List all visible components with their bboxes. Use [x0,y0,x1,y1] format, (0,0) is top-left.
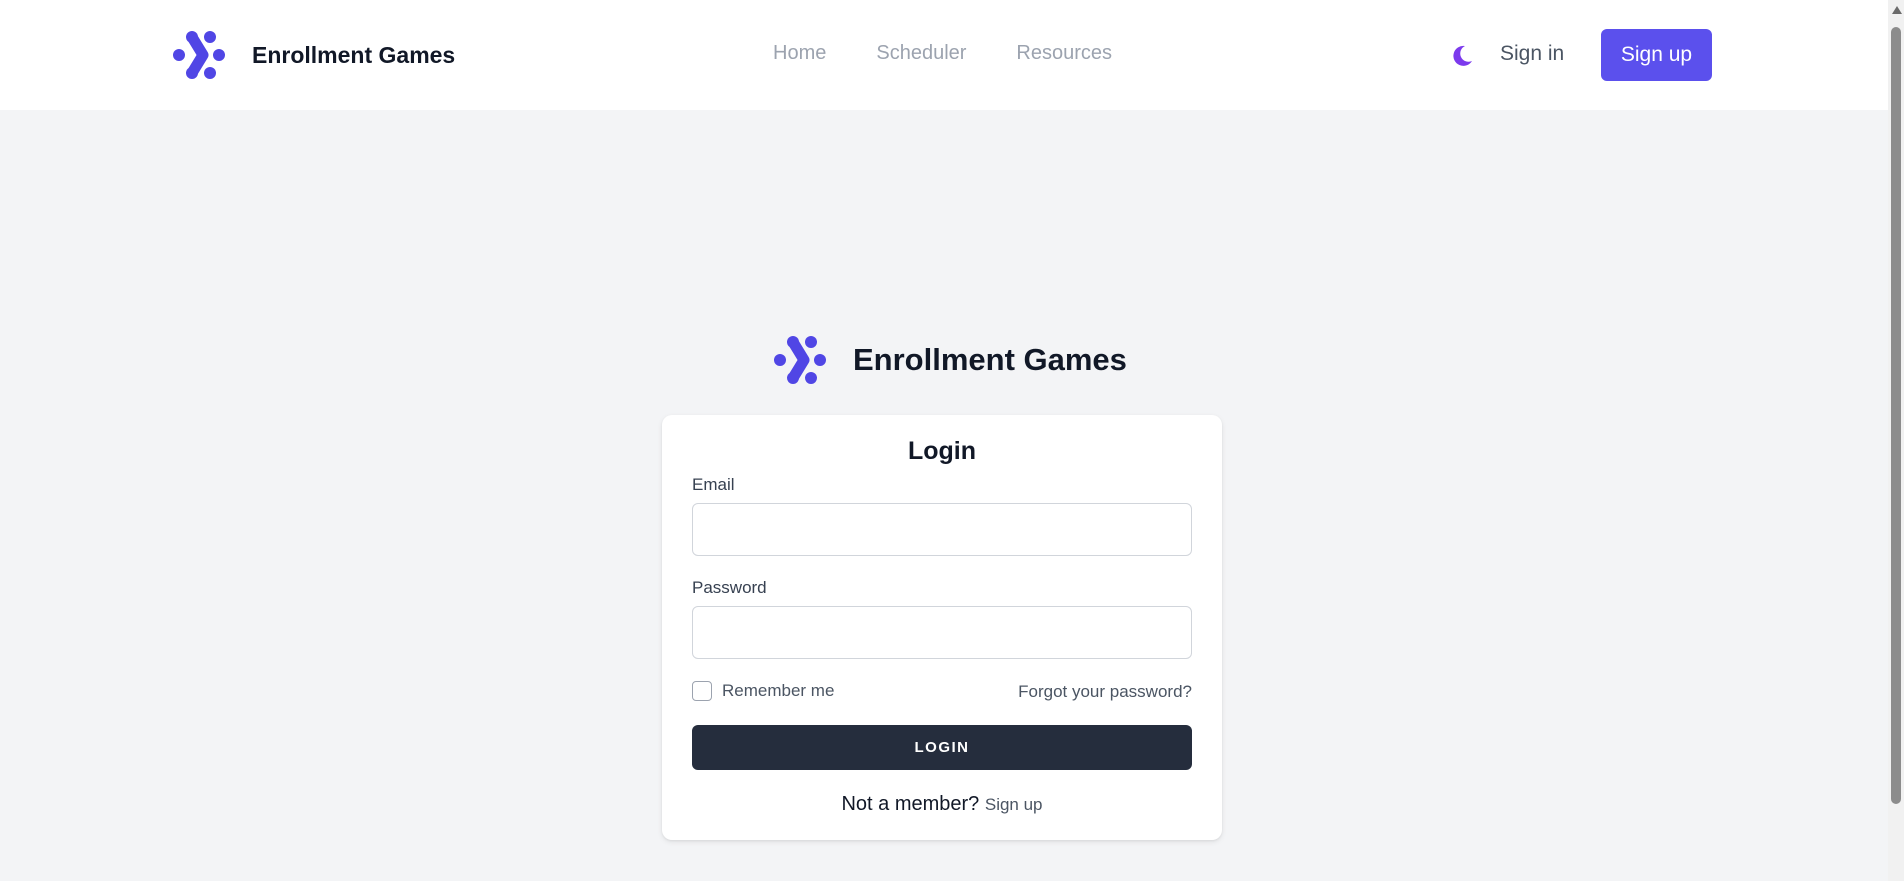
scrollbar[interactable] [1888,0,1904,881]
nav-home[interactable]: Home [773,42,826,65]
sign-up-link[interactable]: Sign up [985,795,1043,814]
forgot-password-link[interactable]: Forgot your password? [1018,682,1192,702]
signup-prompt: Not a member? Sign up [662,793,1222,816]
scrollbar-thumb[interactable] [1891,27,1901,804]
nav-scheduler[interactable]: Scheduler [876,42,966,65]
password-label: Password [692,578,767,597]
main-nav: Home Scheduler Resources [773,42,1112,65]
not-member-text: Not a member? [841,793,985,815]
remember-me-checkbox[interactable] [692,681,712,701]
top-navbar: Enrollment Games Home Scheduler Resource… [0,0,1888,110]
login-brand: Enrollment Games [773,334,1127,386]
remember-me-label: Remember me [722,681,835,700]
logo-icon [774,336,826,384]
sign-in-link[interactable]: Sign in [1500,42,1564,66]
login-button[interactable]: LOGIN [692,725,1192,770]
email-field[interactable] [692,503,1192,556]
brand-link[interactable]: Enrollment Games [172,30,455,80]
logo-icon [173,31,225,79]
moon-icon[interactable] [1448,42,1476,70]
login-title: Login [907,437,977,465]
brand-name: Enrollment Games [252,41,456,68]
sign-up-button[interactable]: Sign up [1601,29,1712,81]
email-label: Email [692,475,735,494]
remember-me-row[interactable]: Remember me [692,681,834,701]
nav-resources[interactable]: Resources [1016,42,1112,65]
scroll-up-arrow-icon[interactable] [1892,6,1902,14]
password-field[interactable] [692,606,1192,659]
login-brand-name: Enrollment Games [853,342,1127,377]
login-card: Login Email Password Remember me Forgot … [662,415,1222,840]
